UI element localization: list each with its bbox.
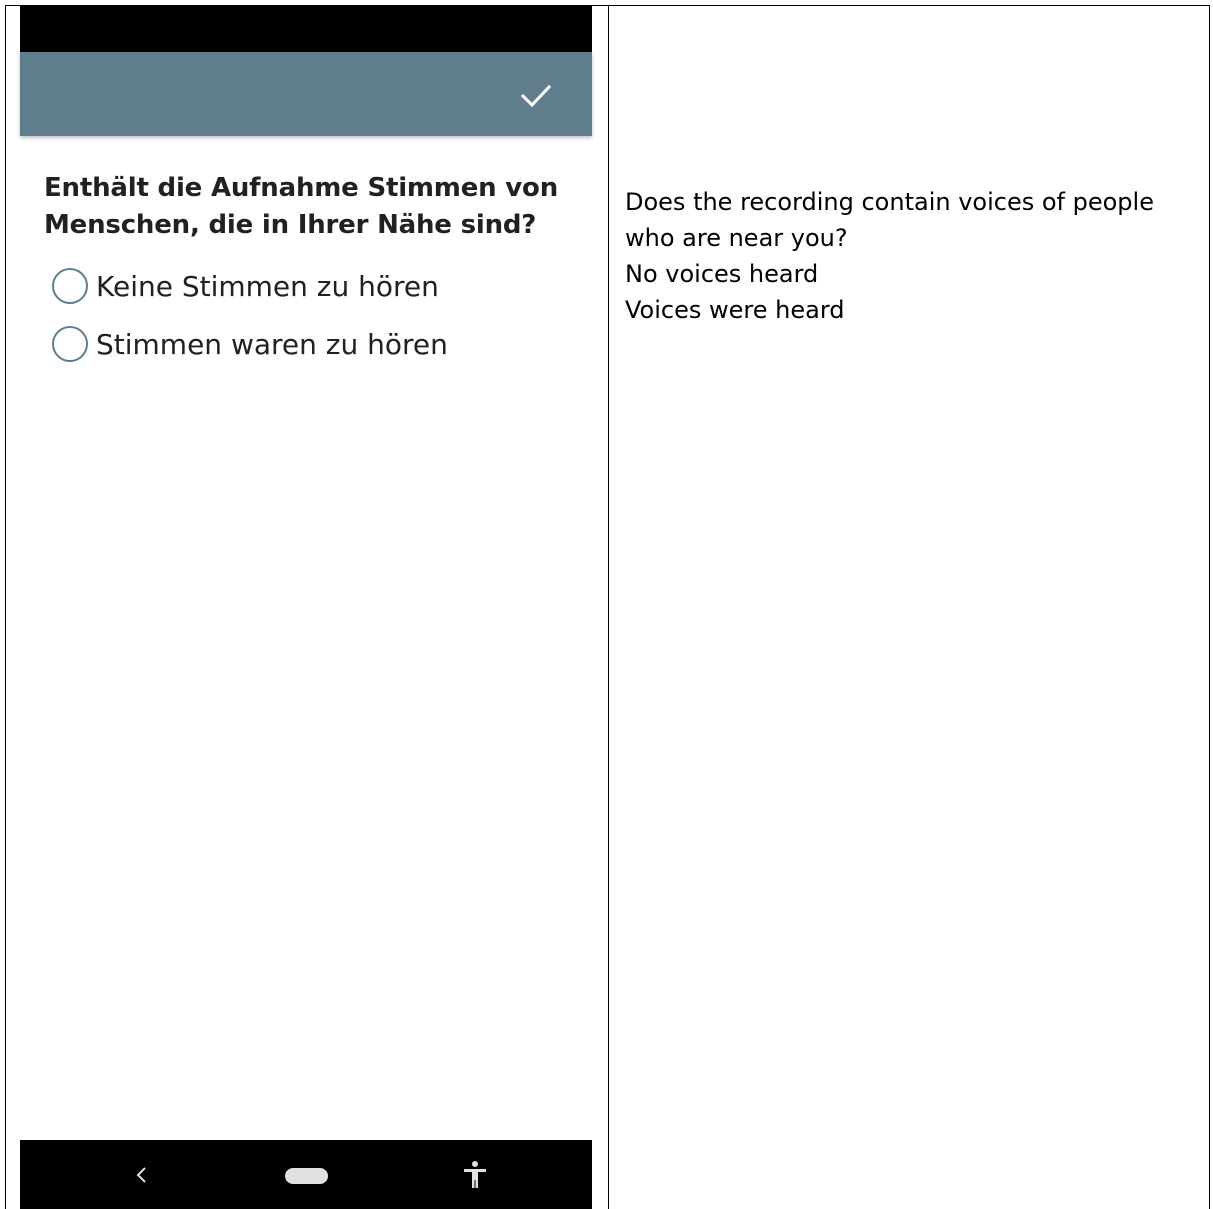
check-icon	[520, 84, 552, 108]
home-pill-icon[interactable]	[285, 1168, 328, 1184]
radio-button[interactable]	[52, 268, 88, 304]
translation-question-line1: Does the recording contain voices of peo…	[625, 188, 1154, 216]
confirm-button[interactable]	[516, 78, 556, 112]
option-label: Keine Stimmen zu hören	[96, 269, 439, 303]
translation-option1: No voices heard	[625, 260, 819, 288]
option-label: Stimmen waren zu hören	[96, 327, 448, 361]
accessibility-button[interactable]	[460, 1158, 490, 1192]
translation-question-line2: who are near you?	[625, 224, 848, 252]
question-text: Enthält die Aufnahme Stimmen von Mensche…	[44, 173, 559, 240]
back-button[interactable]	[126, 1158, 156, 1192]
accessibility-icon	[464, 1161, 486, 1188]
option-voices-heard[interactable]: Stimmen waren zu hören	[52, 322, 448, 366]
status-bar	[20, 6, 592, 52]
app-bar	[20, 52, 592, 136]
radio-button[interactable]	[52, 326, 88, 362]
translation-option2: Voices were heard	[625, 296, 845, 324]
back-chevron-icon	[136, 1167, 146, 1183]
phone-screenshot: Enthält die Aufnahme Stimmen von Mensche…	[20, 6, 592, 1209]
navigation-bar	[20, 1140, 592, 1209]
translation-panel: Does the recording contain voices of peo…	[625, 184, 1185, 328]
option-no-voices[interactable]: Keine Stimmen zu hören	[52, 264, 439, 308]
column-divider	[608, 5, 609, 1209]
